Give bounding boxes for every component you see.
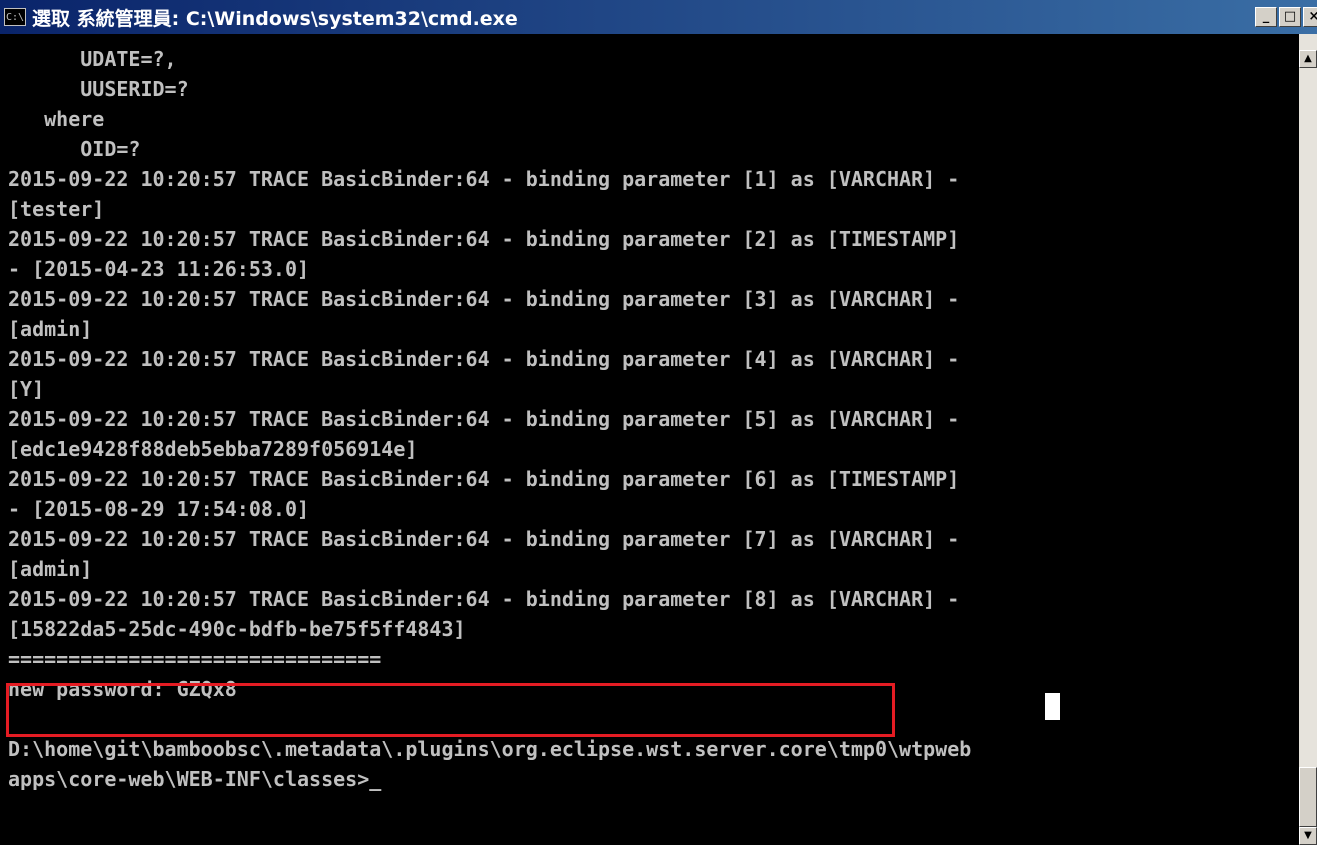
console-line: [edc1e9428f88deb5ebba7289f056914e] [8,437,418,461]
password-highlight-box [6,683,895,737]
console-line: 2015-09-22 10:20:57 TRACE BasicBinder:64… [8,587,960,611]
close-button[interactable]: × [1303,7,1317,27]
console-line: where [8,107,105,131]
prompt-path-line: D:\home\git\bamboobsc\.metadata\.plugins… [8,737,972,761]
console-line: [admin] [8,557,93,581]
console-line: [15822da5-25dc-490c-bdfb-be75f5ff4843] [8,617,466,641]
cmd-window: C:\ 選取 系統管理員: C:\Windows\system32\cmd.ex… [0,0,1317,845]
scrollbar-thumb[interactable] [1299,767,1317,827]
console-line: UDATE=?, [8,47,177,71]
vertical-scrollbar[interactable]: ▲ ▼ [1299,34,1317,845]
console-line: 2015-09-22 10:20:57 TRACE BasicBinder:64… [8,227,960,251]
maximize-button[interactable]: □ [1279,7,1301,27]
console-line: 2015-09-22 10:20:57 TRACE BasicBinder:64… [8,407,960,431]
scroll-down-button[interactable]: ▼ [1299,827,1317,845]
console-line: 2015-09-22 10:20:57 TRACE BasicBinder:64… [8,527,960,551]
console-line: 2015-09-22 10:20:57 TRACE BasicBinder:64… [8,287,960,311]
console-line: OID=? [8,137,141,161]
window-title: 選取 系統管理員: C:\Windows\system32\cmd.exe [32,7,518,30]
console-line: [tester] [8,197,105,221]
title-bar[interactable]: C:\ 選取 系統管理員: C:\Windows\system32\cmd.ex… [0,0,1317,34]
separator-line: =============================== [8,647,382,671]
console-line: UUSERID=? [8,77,189,101]
minimize-button[interactable]: _ [1255,7,1277,27]
console-line: 2015-09-22 10:20:57 TRACE BasicBinder:64… [8,167,960,191]
scroll-up-button[interactable]: ▲ [1299,50,1317,68]
console-line: 2015-09-22 10:20:57 TRACE BasicBinder:64… [8,467,960,491]
console-line: - [2015-04-23 11:26:53.0] [8,257,310,281]
console-line: [Y] [8,377,45,401]
cmd-app-icon[interactable]: C:\ [4,8,26,26]
console-line: - [2015-08-29 17:54:08.0] [8,497,310,521]
prompt-path-line: apps\core-web\WEB-INF\classes>_ [8,767,382,791]
window-controls: _ □ × [1255,7,1317,27]
text-cursor [1045,693,1060,720]
console-line: [admin] [8,317,93,341]
console-line: 2015-09-22 10:20:57 TRACE BasicBinder:64… [8,347,960,371]
